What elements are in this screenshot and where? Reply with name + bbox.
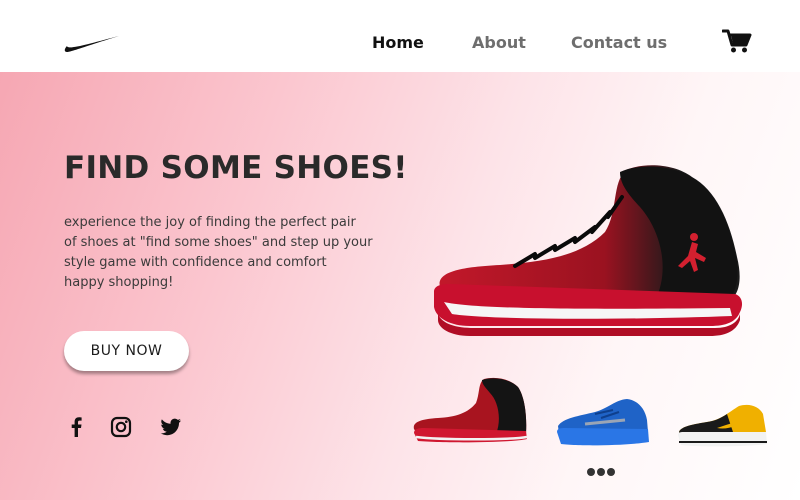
shoe-thumbnail-red[interactable] [410,377,530,447]
hero-description-line: style game with confidence and comfort [64,255,327,270]
buy-now-button[interactable]: BUY NOW [64,331,189,371]
hero-description-line: happy shopping! [64,275,174,290]
twitter-icon[interactable] [159,415,183,439]
shoe-thumbnail-yellow[interactable] [677,402,769,452]
carousel-dot[interactable] [587,468,595,476]
nav-contact-link[interactable]: Contact us [571,33,667,52]
featured-shoe-image [434,165,743,336]
shoe-thumbnail-blue[interactable] [555,398,650,448]
facebook-icon[interactable] [65,415,89,439]
instagram-icon[interactable] [109,415,133,439]
shopping-cart-icon[interactable] [722,28,752,54]
site-header: Home About Contact us [0,0,800,72]
nav-about-link[interactable]: About [472,33,526,52]
nike-swoosh-icon[interactable] [63,32,121,56]
hero-title: FIND SOME SHOES! [64,150,408,186]
nav-home-link[interactable]: Home [372,33,424,52]
carousel-dot[interactable] [597,468,605,476]
carousel-dot[interactable] [607,468,615,476]
hero-description-line: of shoes at "find some shoes" and step u… [64,235,373,250]
hero-section: FIND SOME SHOES! experience the joy of f… [0,72,800,500]
carousel-dots [587,468,615,476]
hero-description: experience the joy of finding the perfec… [64,213,409,293]
hero-description-line: experience the joy of finding the perfec… [64,215,356,230]
